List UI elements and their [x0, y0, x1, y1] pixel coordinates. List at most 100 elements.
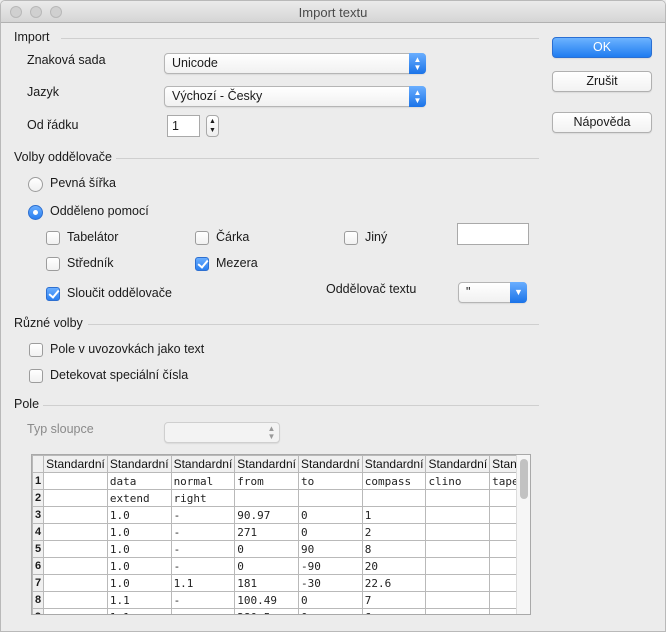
table-cell: 0	[298, 608, 363, 614]
row-number[interactable]: 8	[32, 591, 45, 609]
table-cell: 1.0	[106, 540, 172, 558]
table-cell	[425, 608, 491, 614]
other-label: Jiný	[365, 230, 388, 244]
comma-checkbox[interactable]	[195, 231, 209, 245]
row-number[interactable]: 3	[32, 506, 45, 524]
from-row-input[interactable]: 1	[167, 115, 200, 137]
table-cell: to	[298, 472, 363, 490]
tab-checkbox[interactable]	[46, 231, 60, 245]
preview-vertical-scrollbar[interactable]	[516, 455, 530, 614]
table-cell: -	[170, 608, 236, 614]
table-cell: 1.0	[106, 506, 172, 524]
table-cell: 8	[361, 540, 427, 558]
separated-by-radio[interactable]	[28, 205, 43, 220]
cancel-button[interactable]: Zrušit	[552, 71, 652, 92]
table-cell: 1.1	[106, 608, 172, 614]
import-text-dialog: Import textu Import Znaková sada Unicode…	[0, 0, 666, 632]
merge-delimiters-checkbox[interactable]	[46, 287, 60, 301]
column-header[interactable]: Standardní	[361, 455, 427, 473]
table-cell: 0	[298, 591, 363, 609]
table-row: 3 1.0-90.97 0 1	[32, 506, 530, 524]
table-cell: -	[170, 506, 236, 524]
misc-section-title: Různé volby	[14, 316, 83, 330]
fixed-width-radio[interactable]	[28, 177, 43, 192]
table-cell	[361, 489, 427, 507]
language-select[interactable]: Výchozí - Česky ▲ ▼	[164, 86, 426, 107]
table-cell	[425, 506, 491, 524]
table-row: 9 1.1-280.506	[32, 608, 530, 614]
table-cell: 0	[298, 523, 363, 541]
row-number[interactable]: 5	[32, 540, 45, 558]
table-cell	[43, 557, 108, 575]
table-cell: 0	[234, 557, 299, 575]
table-cell: data	[106, 472, 172, 490]
other-checkbox[interactable]	[344, 231, 358, 245]
table-cell: 2	[361, 523, 427, 541]
help-button[interactable]: Nápověda	[552, 112, 652, 133]
table-row: 4 1.0-271 0 2	[32, 523, 530, 541]
table-cell: 181	[234, 574, 299, 592]
table-cell	[43, 591, 108, 609]
table-cell: clino	[425, 472, 491, 490]
separator-section-divider	[116, 158, 539, 159]
preview-grid[interactable]: Standardní Standardní Standardní Standar…	[31, 454, 531, 615]
charset-label: Znaková sada	[27, 53, 106, 67]
column-header[interactable]: Standardní	[43, 455, 108, 473]
row-number[interactable]: 1	[32, 472, 45, 490]
other-separator-input[interactable]	[457, 223, 529, 245]
quoted-as-text-checkbox[interactable]	[29, 343, 43, 357]
text-delimiter-select[interactable]: " ▼	[458, 282, 527, 303]
scrollbar-thumb[interactable]	[520, 459, 528, 499]
table-cell	[425, 574, 491, 592]
table-cell: 7	[361, 591, 427, 609]
table-row: 1 data normal from to compass clino tape	[32, 472, 530, 490]
table-cell	[298, 489, 363, 507]
column-header[interactable]: Standardní	[234, 455, 299, 473]
ok-button[interactable]: OK	[552, 37, 652, 58]
fields-section-title: Pole	[14, 397, 40, 411]
table-cell	[425, 591, 491, 609]
table-cell: -30	[298, 574, 363, 592]
semicolon-checkbox[interactable]	[46, 257, 60, 271]
row-number[interactable]: 2	[32, 489, 45, 507]
table-cell: from	[234, 472, 299, 490]
column-header[interactable]: Standardní	[106, 455, 172, 473]
select-arrows-icon: ▲ ▼	[409, 53, 426, 74]
table-cell: -	[170, 557, 236, 575]
semicolon-label: Středník	[67, 256, 114, 270]
table-cell	[425, 557, 491, 575]
row-number[interactable]: 4	[32, 523, 45, 541]
table-cell: 22.6	[361, 574, 427, 592]
table-cell: normal	[170, 472, 236, 490]
row-number[interactable]: 6	[32, 557, 45, 575]
table-cell: 1.1	[170, 574, 236, 592]
table-cell: right	[170, 489, 236, 507]
preview-header-row: Standardní Standardní Standardní Standar…	[32, 455, 530, 473]
table-cell: 1.1	[106, 591, 172, 609]
column-header[interactable]: Standardní	[298, 455, 363, 473]
grid-corner	[32, 455, 45, 473]
table-cell	[425, 540, 491, 558]
row-number[interactable]: 9	[32, 608, 45, 614]
space-checkbox[interactable]	[195, 257, 209, 271]
column-type-select[interactable]: ▲ ▼	[164, 422, 280, 443]
detect-special-numbers-checkbox[interactable]	[29, 369, 43, 383]
text-delimiter-value: "	[466, 285, 471, 299]
table-cell: 90.97	[234, 506, 299, 524]
table-cell: -	[170, 591, 236, 609]
table-cell: 1.0	[106, 557, 172, 575]
charset-select[interactable]: Unicode ▲ ▼	[164, 53, 426, 74]
table-cell	[43, 506, 108, 524]
language-label: Jazyk	[27, 85, 59, 99]
text-delimiter-label: Oddělovač textu	[326, 282, 417, 296]
comma-label: Čárka	[216, 230, 250, 244]
row-number[interactable]: 7	[32, 574, 45, 592]
title-bar: Import textu	[1, 1, 665, 23]
table-cell: 280.5	[234, 608, 299, 614]
table-cell: 1.0	[106, 574, 172, 592]
table-cell: extend	[106, 489, 172, 507]
table-cell: 0	[298, 506, 363, 524]
column-header[interactable]: Standardní	[170, 455, 236, 473]
column-header[interactable]: Standardní	[425, 455, 491, 473]
from-row-stepper-icon[interactable]: ▲ ▼	[206, 115, 219, 137]
